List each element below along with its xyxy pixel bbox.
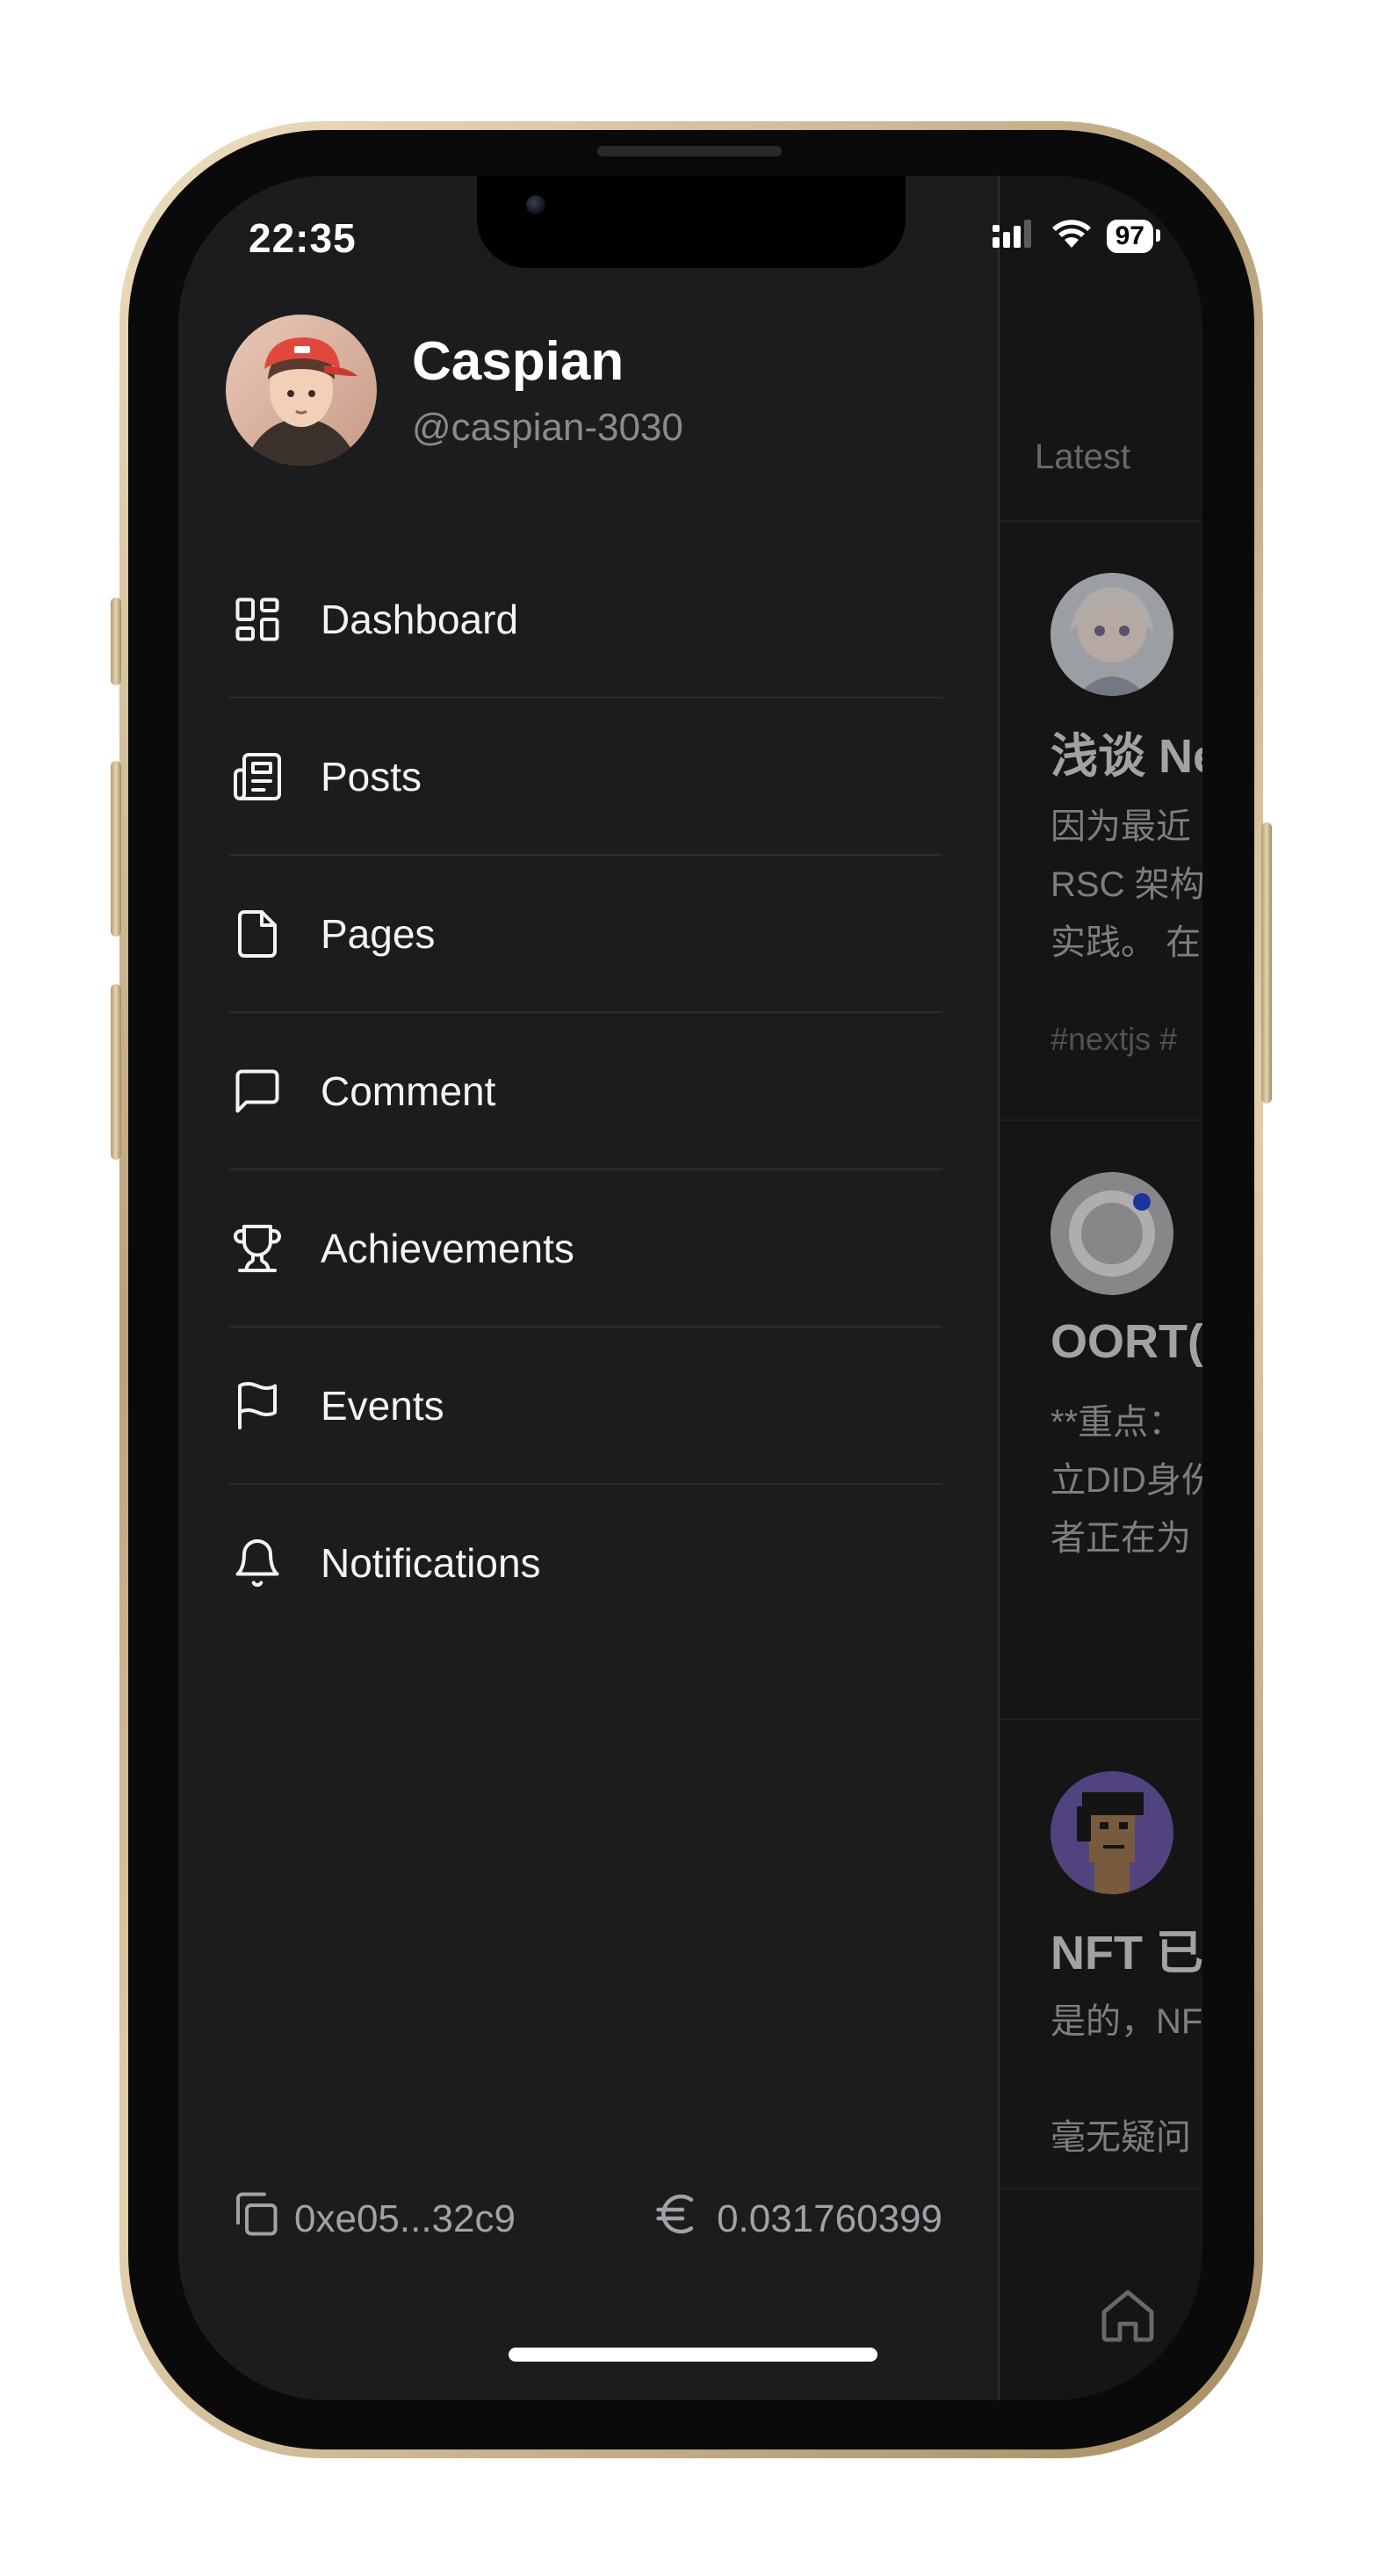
front-camera bbox=[526, 195, 545, 214]
post-excerpt-line: 因为最近 bbox=[1050, 807, 1191, 846]
feed-tab-latest[interactable]: Latest bbox=[1035, 438, 1130, 477]
post-author-avatar bbox=[1050, 1172, 1173, 1295]
screen: Latest 浅谈 Ne 因为最近 RSC 架构 实践。 在 #nextjs # bbox=[178, 176, 1202, 2400]
post-title: 浅谈 Ne bbox=[1050, 730, 1202, 783]
post-excerpt-line: 是的，NF bbox=[1050, 2002, 1202, 2041]
post-excerpt-line: RSC 架构 bbox=[1050, 865, 1202, 904]
menu-item-comment[interactable]: Comment bbox=[229, 1013, 942, 1170]
drawer-footer: 0xe05...32c9 0.031760399 bbox=[229, 2188, 942, 2250]
drawer-edge bbox=[998, 176, 1000, 2400]
post-excerpt-line: 毫无疑问 bbox=[1050, 2118, 1191, 2157]
menu-item-label: Pages bbox=[321, 910, 436, 957]
volume-up-button bbox=[111, 761, 121, 937]
trophy-icon bbox=[231, 1222, 284, 1275]
menu-item-label: Dashboard bbox=[321, 596, 519, 642]
power-button bbox=[1261, 822, 1272, 1103]
status-time: 22:35 bbox=[249, 215, 357, 261]
file-icon bbox=[231, 908, 284, 960]
avatar[interactable] bbox=[226, 315, 377, 466]
status-indicators: 97 bbox=[991, 218, 1161, 254]
feed-tab-divider bbox=[1000, 520, 1202, 522]
post-divider bbox=[1000, 1119, 1202, 1121]
post-divider bbox=[1000, 1719, 1202, 1720]
menu-item-achievements[interactable]: Achievements bbox=[229, 1170, 942, 1328]
menu-item-notifications[interactable]: Notifications bbox=[229, 1485, 942, 1640]
newspaper-icon bbox=[231, 750, 284, 803]
bell-icon bbox=[231, 1537, 284, 1589]
menu-item-label: Comment bbox=[321, 1067, 496, 1114]
post-excerpt-line: 实践。 在 bbox=[1050, 923, 1202, 962]
copy-icon[interactable] bbox=[229, 2188, 282, 2250]
feed-background: Latest 浅谈 Ne 因为最近 RSC 架构 实践。 在 #nextjs # bbox=[1000, 176, 1202, 2400]
profile-handle: @caspian-3030 bbox=[412, 406, 683, 449]
euro-icon bbox=[652, 2188, 704, 2250]
menu-item-label: Events bbox=[321, 1382, 444, 1429]
post-title: NFT 已 bbox=[1050, 1927, 1202, 1979]
wallet-balance-text: 0.031760399 bbox=[717, 2196, 942, 2240]
wallet-address[interactable]: 0xe05...32c9 bbox=[229, 2188, 516, 2250]
signal-icon bbox=[991, 218, 1036, 254]
profile-name: Caspian bbox=[412, 331, 625, 392]
post-tags: #nextjs # bbox=[1050, 1021, 1178, 1057]
wallet-balance: 0.031760399 bbox=[652, 2188, 942, 2250]
dashboard-icon bbox=[231, 593, 284, 646]
menu-item-pages[interactable]: Pages bbox=[229, 856, 942, 1013]
post-title: OORT( bbox=[1050, 1315, 1202, 1368]
message-square-icon bbox=[231, 1065, 284, 1118]
menu-item-events[interactable]: Events bbox=[229, 1328, 942, 1485]
wifi-icon bbox=[1050, 218, 1093, 254]
post-author-avatar bbox=[1050, 1771, 1173, 1894]
post-author-avatar bbox=[1050, 573, 1173, 696]
volume-down-button bbox=[111, 984, 121, 1160]
menu-item-dashboard[interactable]: Dashboard bbox=[229, 541, 942, 698]
navigation-drawer: Caspian @caspian-3030 Dashboard Posts Pa… bbox=[178, 176, 998, 2400]
post-excerpt-line: 立DID身份 bbox=[1050, 1461, 1202, 1500]
menu-item-label: Achievements bbox=[321, 1225, 574, 1271]
earpiece-speaker bbox=[597, 146, 782, 156]
home-icon[interactable] bbox=[1096, 2284, 1159, 2352]
post-excerpt-line: **重点： bbox=[1050, 1403, 1184, 1442]
menu-item-label: Posts bbox=[321, 753, 422, 800]
menu-item-posts[interactable]: Posts bbox=[229, 698, 942, 856]
notch bbox=[477, 176, 906, 268]
menu-item-label: Notifications bbox=[321, 1539, 541, 1586]
home-indicator[interactable] bbox=[509, 2348, 877, 2362]
post-excerpt-line: 者正在为 bbox=[1050, 1519, 1191, 1558]
battery-indicator: 97 bbox=[1106, 219, 1161, 253]
wallet-address-text: 0xe05...32c9 bbox=[294, 2196, 516, 2240]
silent-switch bbox=[111, 597, 121, 685]
drawer-menu: Dashboard Posts Pages Comment Achievemen… bbox=[229, 541, 942, 1640]
flag-icon bbox=[231, 1379, 284, 1432]
